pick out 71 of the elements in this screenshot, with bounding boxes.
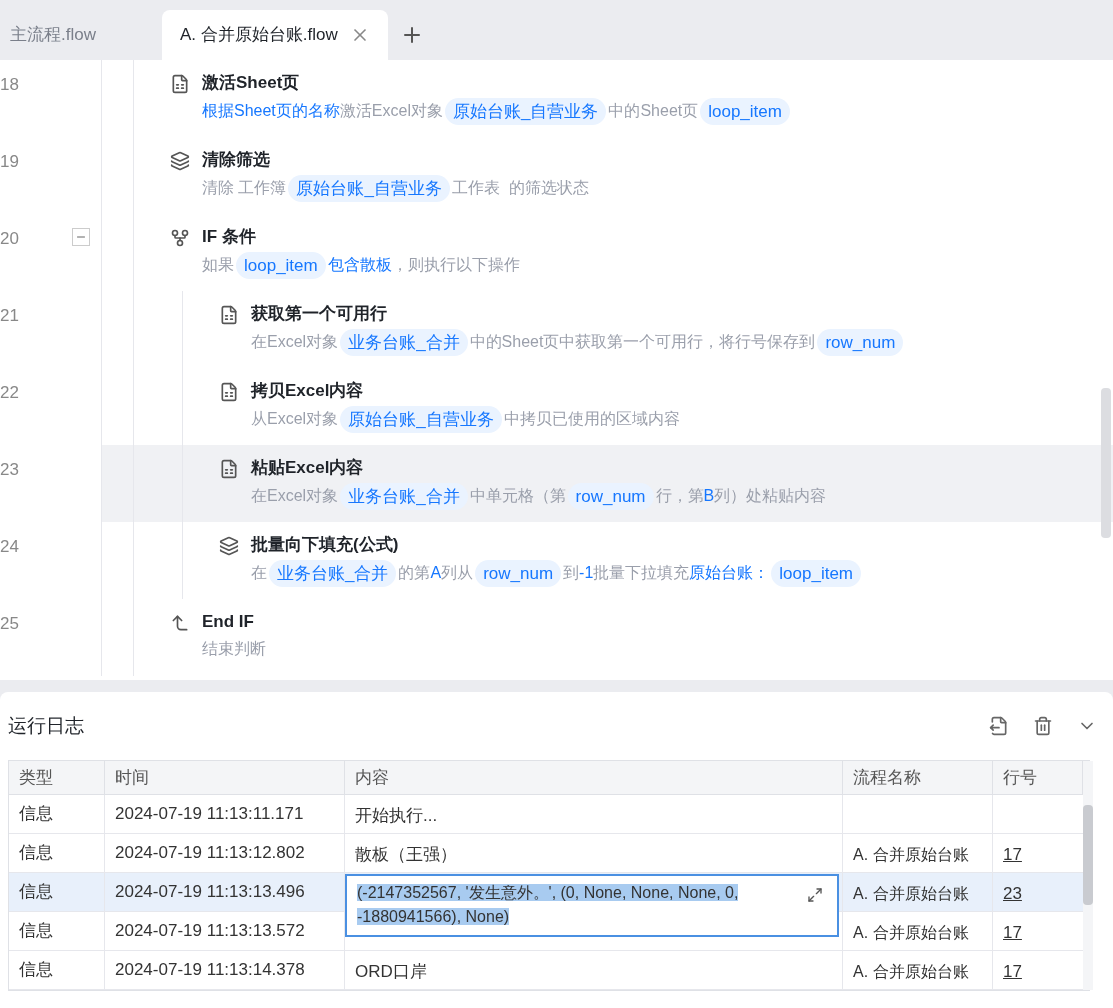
variable-tag: 原始台账_自营业务: [444, 97, 607, 125]
line-number: 25: [0, 613, 20, 635]
description-text: 中的Sheet页中获取第一个可用行，将行号保存到: [469, 332, 816, 353]
selected-text: (-2147352567, '发生意外。', (0, None, None, None, 0, -1880941566), None): [357, 883, 740, 927]
line-number: 20: [0, 228, 20, 250]
step-title: 批量向下填充(公式): [251, 534, 400, 556]
table-cell: A. 合并原始台账: [853, 885, 969, 902]
table-cell: 散板（王强）: [355, 845, 457, 864]
line-number: 23: [0, 459, 20, 481]
table-cell: 开始执行...: [355, 806, 438, 825]
variable-tag: loop_item: [700, 97, 790, 125]
description-text: 到: [563, 563, 580, 584]
variable-tag: row_num: [817, 328, 904, 356]
description-text: 清除 工作簿: [202, 178, 287, 199]
table-cell: 信息: [19, 960, 53, 979]
step-title: IF 条件: [202, 226, 257, 248]
description-text: 在Excel对象: [251, 332, 339, 353]
table-cell: 信息: [19, 804, 53, 823]
variable-tag: 业务台账_合并: [340, 482, 468, 510]
column-header: 类型: [9, 761, 105, 794]
table-cell: 2024-07-19 11:13:13.572: [115, 921, 305, 940]
table-cell: ORD口岸: [355, 962, 427, 981]
line-number: 18: [0, 74, 20, 96]
table-cell: A. 合并原始台账: [853, 963, 969, 980]
description-text: 在Excel对象: [251, 486, 339, 507]
column-header: 流程名称: [843, 761, 993, 794]
description-text: 工作表 的筛选状态: [451, 178, 589, 199]
step-title: 拷贝Excel内容: [251, 380, 365, 402]
variable-tag: loop_item: [236, 251, 326, 279]
variable-tag: 原始台账_自营业务: [288, 174, 450, 202]
step-title: 获取第一个可用行: [251, 303, 388, 325]
description-text: 激活Excel对象: [339, 101, 443, 122]
description-text: 在: [251, 563, 267, 584]
table-cell: 2024-07-19 11:13:11.171: [115, 804, 304, 823]
panel-title: 运行日志: [8, 713, 85, 738]
line-number: 24: [0, 536, 20, 558]
step-title: End IF: [202, 611, 255, 633]
column-header: 时间: [105, 761, 345, 794]
description-text: 如果: [202, 255, 234, 276]
description-text: 列从: [441, 563, 474, 584]
table-cell: A. 合并原始台账: [853, 924, 969, 941]
description-text: 列）处粘贴内容: [714, 486, 827, 507]
description-text: 行，第: [655, 486, 704, 507]
line-number: 22: [0, 382, 20, 404]
description-text: 中的Sheet页: [608, 101, 699, 122]
variable-tag: loop_item: [771, 559, 861, 587]
description-text: 从Excel对象: [251, 409, 339, 430]
table-cell: 2024-07-19 11:13:14.378: [115, 960, 305, 979]
description-text: 结束判断: [202, 638, 266, 659]
column-header: 内容: [345, 761, 843, 794]
step-title: 清除筛选: [202, 149, 271, 171]
variable-tag: row_num: [567, 482, 654, 510]
description-text: ，则执行以下操作: [391, 255, 520, 276]
table-cell: A. 合并原始台账: [853, 846, 969, 863]
table-cell: 信息: [19, 843, 53, 862]
step-title: 激活Sheet页: [202, 72, 301, 94]
variable-tag: row_num: [475, 559, 562, 587]
variable-tag: 业务台账_合并: [340, 328, 468, 356]
description-text: 中拷贝已使用的区域内容: [503, 409, 680, 430]
table-cell: 信息: [19, 921, 53, 940]
step-title: 粘贴Excel内容: [251, 457, 365, 479]
table-cell: 2024-07-19 11:13:12.802: [115, 843, 305, 862]
line-number: 19: [0, 151, 20, 173]
description-text: 批量下拉填充: [593, 563, 690, 584]
description-text: 的第: [398, 563, 431, 584]
table-cell: 2024-07-19 11:13:13.496: [115, 882, 305, 901]
variable-tag: 业务台账_合并: [269, 559, 397, 587]
variable-tag: 原始台账_自营业务: [340, 405, 502, 433]
table-cell: 信息: [19, 882, 53, 901]
description-text: 中单元格（第: [469, 486, 566, 507]
line-number: 21: [0, 305, 20, 327]
